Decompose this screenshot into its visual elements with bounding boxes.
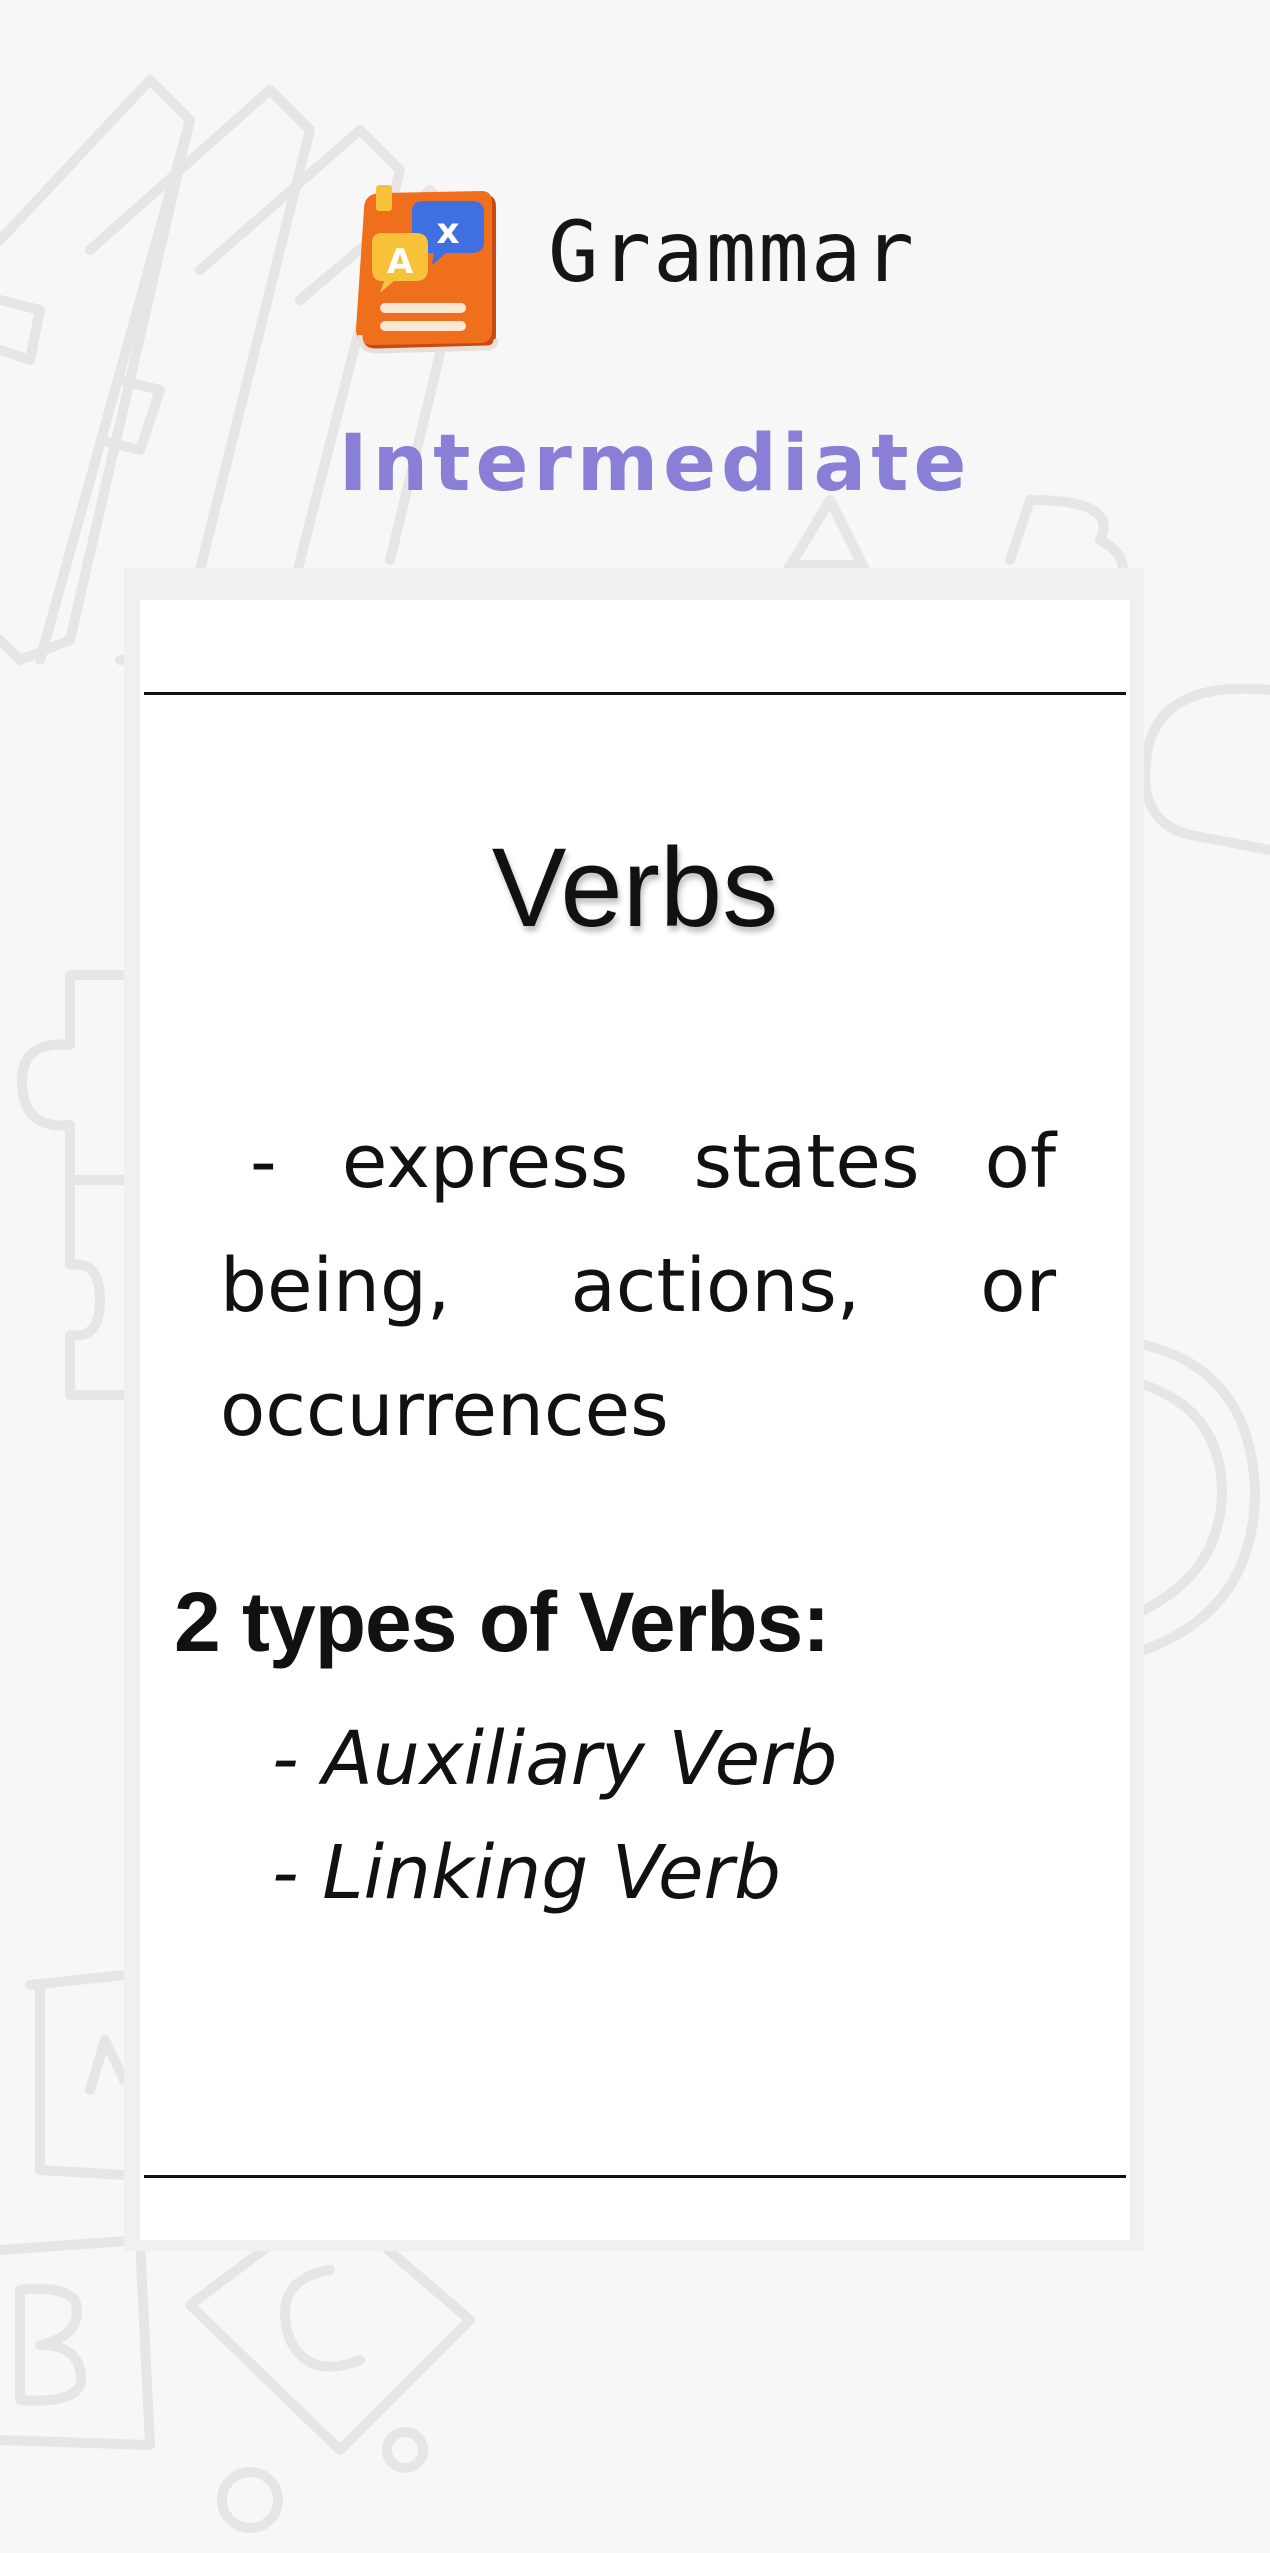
svg-text:A: A xyxy=(387,242,414,282)
app-title: Grammar xyxy=(548,203,917,301)
svg-text:x: x xyxy=(436,211,459,252)
puzzle-doodle-icon xyxy=(16,970,129,1400)
grammar-book-translate-icon: x A xyxy=(356,185,499,354)
types-heading: 2 types of Verbs: xyxy=(174,1575,830,1669)
type-item-linking: - Linking Verb xyxy=(272,1830,781,1916)
topic-definition: - express states of being, actions, or o… xyxy=(220,1119,1056,1453)
type-item-auxiliary: - Auxiliary Verb xyxy=(272,1716,838,1802)
header: x A Grammar Intermediate xyxy=(0,0,1270,540)
level-label: Intermediate xyxy=(338,419,972,509)
topic-title: Verbs xyxy=(491,825,779,950)
types-list: - Auxiliary Verb - Linking Verb xyxy=(272,1702,838,1930)
bottom-divider xyxy=(144,2175,1126,2178)
top-divider xyxy=(144,692,1126,695)
speech-bubble-doodle-icon xyxy=(1140,683,1270,855)
lesson-card: Verbs - express states of being, actions… xyxy=(140,600,1130,2240)
